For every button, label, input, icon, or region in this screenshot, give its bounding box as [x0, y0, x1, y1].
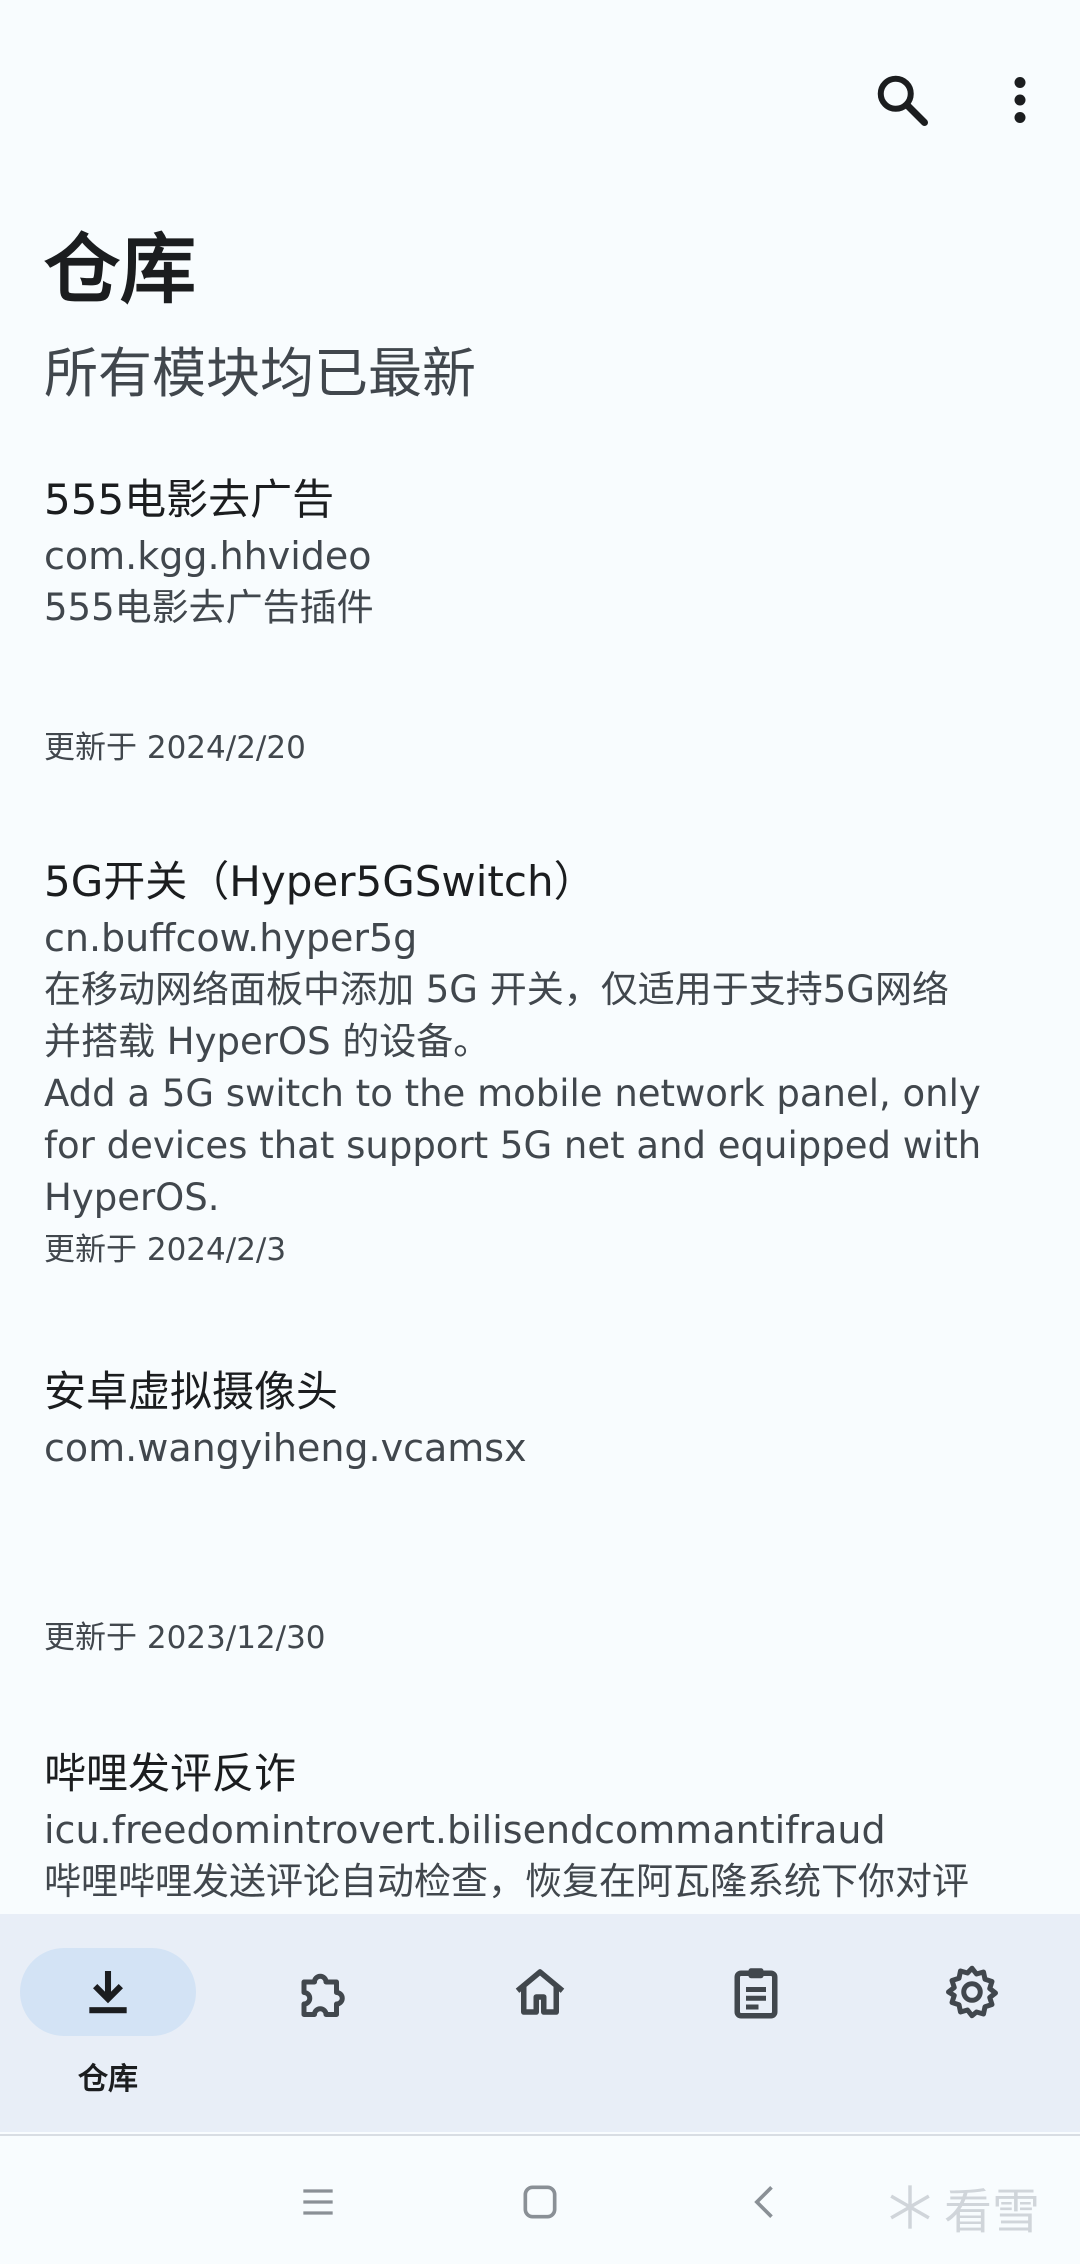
download-icon [0, 1952, 216, 2032]
module-item[interactable]: 5G开关（Hyper5GSwitch） cn.buffcow.hyper5g 在… [44, 852, 1034, 1656]
top-app-bar [0, 0, 1080, 200]
chevron-left-icon [754, 2186, 773, 2218]
module-description: 并搭载 HyperOS 的设备。 [44, 1020, 491, 1063]
back-button[interactable] [726, 2162, 806, 2242]
module-name: 安卓虚拟摄像头 [44, 1367, 339, 1416]
module-updated: 更新于 2024/2/20 [44, 730, 306, 766]
module-description: HyperOS. [44, 1176, 220, 1219]
recent-apps-button[interactable] [278, 2162, 358, 2242]
module-description: 在移动网络面板中添加 5G 开关，仅适用于支持5G网络 [44, 968, 949, 1011]
module-description: 哔哩哔哩发送评论自动检查，恢复在阿瓦隆系统下你对评 [44, 1860, 969, 1903]
module-name: 555电影去广告 [44, 475, 335, 524]
bottom-navigation-bar: 仓库 [0, 1914, 1080, 2132]
home-system-button[interactable] [500, 2162, 580, 2242]
clipboard-icon [648, 1952, 864, 2032]
app-screen: 仓库 所有模块均已最新 555电影去广告 com.kgg.hhvideo 555… [0, 0, 1080, 2264]
menu-icon [303, 2189, 333, 2215]
snowflake-icon [890, 2185, 930, 2229]
page-subtitle: 所有模块均已最新 [44, 342, 476, 405]
watermark-text: 看雪 [944, 2184, 1041, 2240]
module-description: for devices that support 5G net and equi… [44, 1124, 982, 1167]
nav-label-repository: 仓库 [78, 2062, 138, 2097]
module-item[interactable]: 555电影去广告 com.kgg.hhvideo 555电影去广告插件 更新于 … [44, 470, 1034, 852]
module-package: com.wangyiheng.vcamsx [44, 1426, 527, 1470]
gear-icon [864, 1952, 1080, 2032]
module-name: 5G开关（Hyper5GSwitch） [44, 857, 596, 906]
puzzle-icon [216, 1952, 432, 2032]
nav-item-logs[interactable] [648, 1914, 864, 2132]
nav-item-home[interactable] [432, 1914, 648, 2132]
square-icon [523, 2185, 557, 2219]
search-button[interactable] [854, 52, 950, 148]
module-description: 555电影去广告插件 [44, 586, 374, 629]
module-description: Add a 5G switch to the mobile network pa… [44, 1072, 981, 1115]
more-options-button[interactable] [972, 52, 1068, 148]
module-name: 哔哩发评反诈 [44, 1749, 297, 1798]
module-package: cn.buffcow.hyper5g [44, 916, 418, 960]
module-package: com.kgg.hhvideo [44, 534, 372, 578]
module-package: icu.freedomintrovert.bilisendcommantifra… [44, 1808, 886, 1852]
watermark: 看雪 [884, 2172, 1040, 2242]
module-item[interactable]: 安卓虚拟摄像头 com.wangyiheng.vcamsx [44, 1362, 1034, 1744]
home-icon [432, 1952, 648, 2032]
module-updated: 更新于 2024/2/3 [44, 1232, 287, 1268]
module-list: 555电影去广告 com.kgg.hhvideo 555电影去广告插件 更新于 … [44, 470, 1034, 1944]
nav-item-modules[interactable] [216, 1914, 432, 2132]
nav-item-settings[interactable] [864, 1914, 1080, 2132]
more-vert-icon [1014, 77, 1026, 123]
page-header: 仓库 所有模块均已最新 [44, 220, 1044, 414]
search-icon [877, 75, 928, 126]
nav-item-repository[interactable]: 仓库 [0, 1914, 216, 2132]
page-title: 仓库 [44, 225, 196, 314]
system-navigation-bar: 看雪 [0, 2134, 1080, 2264]
